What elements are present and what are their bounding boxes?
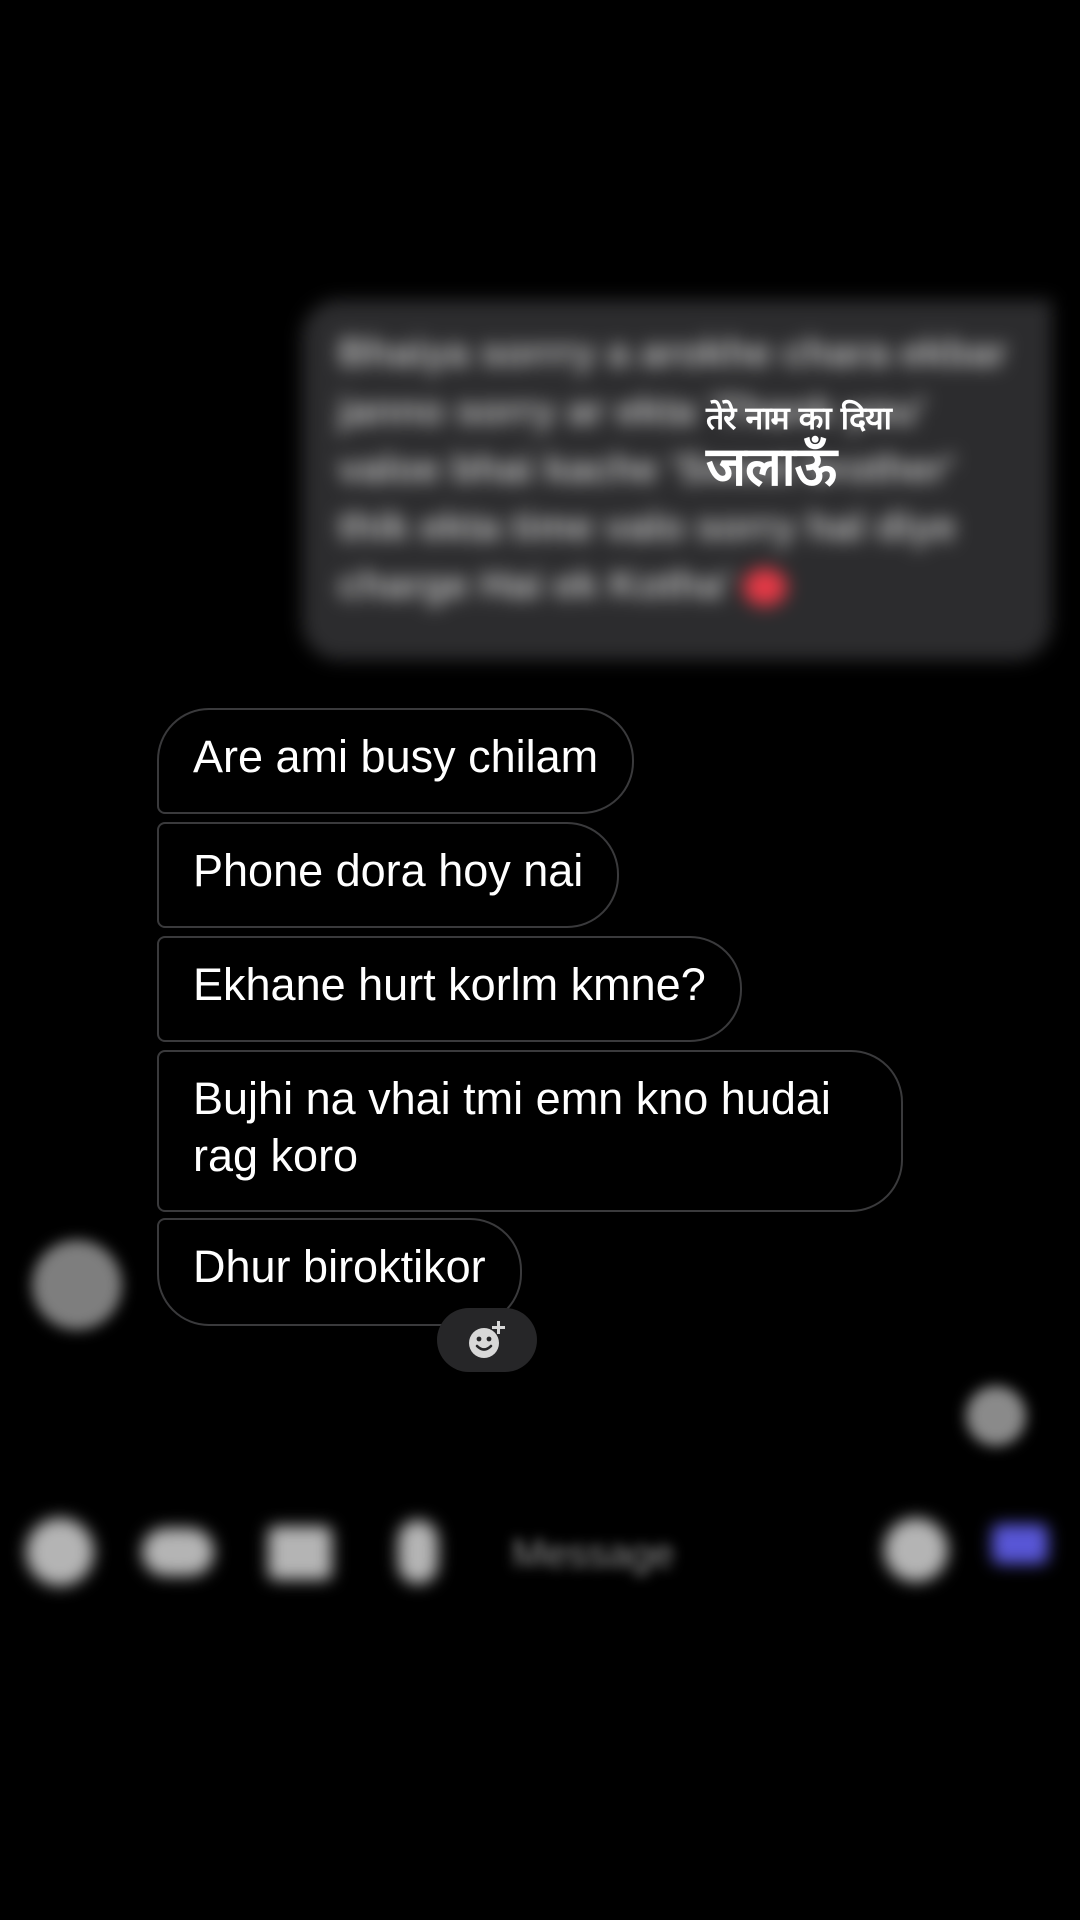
overlay-logo: तेरे नाम का दिया जलाऊँ bbox=[706, 398, 966, 496]
message-text: Are ami busy chilam bbox=[193, 731, 599, 782]
send-icon[interactable] bbox=[992, 1524, 1048, 1564]
camera-icon[interactable] bbox=[26, 1518, 94, 1586]
message-text: Dhur biroktikor bbox=[193, 1241, 486, 1292]
avatar[interactable] bbox=[32, 1240, 122, 1330]
received-message[interactable]: Phone dora hoy nai bbox=[157, 822, 620, 928]
heart-reaction-icon bbox=[743, 568, 788, 607]
received-message[interactable]: Are ami busy chilam bbox=[157, 708, 635, 814]
mic-icon[interactable] bbox=[398, 1520, 438, 1584]
message-composer[interactable]: Message bbox=[0, 1510, 1080, 1600]
sticker-icon[interactable] bbox=[884, 1518, 948, 1582]
message-input[interactable]: Message bbox=[512, 1532, 674, 1577]
message-text: Ekhane hurt korlm kmne? bbox=[193, 959, 706, 1010]
overlay-logo-line1: तेरे नाम का दिया bbox=[706, 399, 892, 437]
voice-icon[interactable] bbox=[142, 1528, 214, 1576]
received-message[interactable]: Ekhane hurt korlm kmne? bbox=[157, 936, 742, 1042]
overlay-logo-line2: जलाऊँ bbox=[706, 435, 837, 498]
message-text: Bujhi na vhai tmi emn kno hudai rag koro bbox=[193, 1073, 831, 1181]
add-emoji-icon bbox=[469, 1321, 505, 1358]
message-text: Phone dora hoy nai bbox=[193, 845, 584, 896]
gallery-icon[interactable] bbox=[268, 1526, 332, 1580]
add-reaction-button[interactable] bbox=[437, 1308, 537, 1372]
seen-indicator-icon bbox=[966, 1386, 1026, 1446]
received-message[interactable]: Bujhi na vhai tmi emn kno hudai rag koro bbox=[157, 1050, 903, 1212]
